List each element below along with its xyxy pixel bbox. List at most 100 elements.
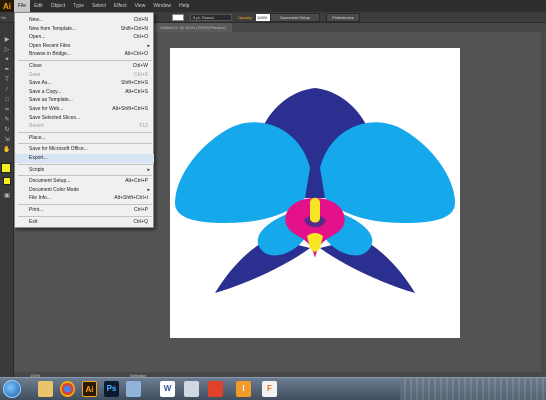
menu-item-label: Print... xyxy=(29,207,44,213)
vertical-scrollbar[interactable] xyxy=(541,32,546,372)
selection-tool-icon[interactable]: ▶ xyxy=(2,37,12,44)
menu-item-shortcut: Ctrl+Q xyxy=(133,218,148,225)
opacity-label[interactable]: Opacity: xyxy=(238,13,253,22)
menu-item[interactable]: Print... Ctrl+P xyxy=(15,206,154,215)
column-yellow xyxy=(310,197,320,223)
paint-net-icon[interactable] xyxy=(184,381,199,397)
column-base-yellow xyxy=(307,233,323,252)
menu-item[interactable]: Close Ctrl+W xyxy=(15,62,154,71)
menu-item-label: Save xyxy=(29,71,41,78)
direct-selection-tool-icon[interactable]: ▷ xyxy=(2,47,12,54)
menu-select[interactable]: Select xyxy=(88,0,110,12)
rotate-tool-icon[interactable]: ↻ xyxy=(2,127,12,134)
ink-app-icon[interactable]: I xyxy=(236,381,251,397)
menu-item-label: Export... xyxy=(29,155,48,161)
menu-item[interactable]: Save Selected Slices... xyxy=(15,114,154,123)
preferences-button[interactable]: Preferences xyxy=(326,13,360,22)
menu-item[interactable]: Save for Microsoft Office... xyxy=(15,145,154,154)
file-manager-icon[interactable]: F xyxy=(262,381,277,397)
line-tool-icon[interactable]: ∕ xyxy=(2,87,12,94)
document-setup-button[interactable]: Document Setup xyxy=(270,13,320,22)
scale-tool-icon[interactable]: ⇲ xyxy=(2,137,12,144)
menu-view[interactable]: View xyxy=(131,0,150,12)
menu-item-shortcut: Ctrl+N xyxy=(133,17,148,23)
pencil-tool-icon[interactable]: ✎ xyxy=(2,117,12,124)
menu-help[interactable]: Help xyxy=(175,0,193,12)
menu-item[interactable]: Exit Ctrl+Q xyxy=(15,218,154,227)
menu-item-label: New... xyxy=(29,17,43,23)
menu-separator xyxy=(18,60,152,61)
windows-taskbar: Ai Ps W I F xyxy=(0,377,546,400)
desktop-wallpaper xyxy=(400,378,546,400)
menu-item[interactable]: File Info... Alt+Shift+Ctrl+I xyxy=(15,194,154,203)
start-orb-icon[interactable] xyxy=(3,380,21,398)
menu-separator xyxy=(18,143,152,145)
menu-item[interactable]: Place... xyxy=(15,134,154,143)
menu-item-shortcut: Alt+Ctrl+O xyxy=(124,51,148,58)
menu-item-shortcut: F12 xyxy=(139,123,148,130)
menu-item-shortcut: Alt+Ctrl+S xyxy=(125,88,148,95)
pen-tool-icon[interactable]: ✒ xyxy=(2,67,12,74)
magic-wand-tool-icon[interactable]: ✦ xyxy=(2,57,12,64)
menu-item-shortcut: Alt+Ctrl+P xyxy=(125,178,148,185)
menu-item[interactable]: Export... xyxy=(15,154,154,163)
menu-item-label: File Info... xyxy=(29,195,51,202)
menu-item-label: Save a Copy... xyxy=(29,88,62,95)
menu-item-shortcut: Ctrl+W xyxy=(132,63,148,69)
orchid-illustration[interactable] xyxy=(170,48,460,338)
menu-item-label: Place... xyxy=(29,134,46,141)
menu-item-label: Save Selected Slices... xyxy=(29,114,81,121)
menu-effect[interactable]: Effect xyxy=(110,0,131,12)
submenu-arrow-icon: ▸ xyxy=(147,186,150,193)
menu-item[interactable]: Revert F12 xyxy=(15,122,154,131)
stroke-color-icon[interactable] xyxy=(3,177,11,185)
type-tool-icon[interactable]: T xyxy=(2,77,12,84)
menu-file[interactable]: File xyxy=(14,0,31,12)
menu-edit[interactable]: Edit xyxy=(30,0,47,12)
menu-item-label: Revert xyxy=(29,123,44,130)
menu-item[interactable]: Open... Ctrl+O xyxy=(15,33,154,42)
photoshop-icon[interactable]: Ps xyxy=(104,381,119,397)
menu-item-shortcut: Alt+Shift+Ctrl+I xyxy=(114,195,148,202)
menu-item-label: New from Template... xyxy=(29,25,77,32)
menu-item[interactable]: Save for Web... Alt+Shift+Ctrl+S xyxy=(15,105,154,114)
illustrator-icon[interactable]: Ai xyxy=(82,381,97,397)
menu-item[interactable]: Scripts ▸ xyxy=(15,166,154,175)
stroke-profile-select[interactable]: 5 pt. Round xyxy=(190,14,232,21)
menu-item[interactable]: Open Recent Files ▸ xyxy=(15,42,154,51)
menu-item[interactable]: Document Setup... Alt+Ctrl+P xyxy=(15,177,154,186)
screen-mode-icon[interactable]: ▣ xyxy=(2,193,12,200)
paint-icon[interactable] xyxy=(126,381,141,397)
fill-color-icon[interactable] xyxy=(1,163,11,173)
word-icon[interactable]: W xyxy=(160,381,175,397)
artboard[interactable] xyxy=(170,48,460,338)
document-tab[interactable]: Untitled-1* @ 100% (CMYK/Preview) xyxy=(154,23,232,32)
menu-item-label: Exit xyxy=(29,218,38,225)
menu-bar: Ai File Edit Object Type Select Effect V… xyxy=(0,0,546,12)
menu-item[interactable]: New... Ctrl+N xyxy=(15,16,154,25)
menu-item[interactable]: Save Ctrl+S xyxy=(15,71,154,80)
menu-item-label: Open Recent Files xyxy=(29,42,71,49)
filezilla-icon[interactable] xyxy=(208,381,223,397)
menu-object[interactable]: Object xyxy=(47,0,69,12)
menu-item[interactable]: Document Color Mode ▸ xyxy=(15,186,154,195)
menu-type[interactable]: Type xyxy=(69,0,88,12)
menu-item[interactable]: Browse in Bridge... Alt+Ctrl+O xyxy=(15,50,154,59)
chrome-icon[interactable] xyxy=(60,381,75,397)
file-explorer-icon[interactable] xyxy=(38,381,53,397)
menu-item[interactable]: New from Template... Shift+Ctrl+N xyxy=(15,25,154,34)
menu-item-label: Save for Microsoft Office... xyxy=(29,146,88,153)
menu-item[interactable]: Save as Template... xyxy=(15,96,154,105)
menu-item-label: Close xyxy=(29,63,42,69)
menu-item-label: Scripts xyxy=(29,166,45,173)
brush-tool-icon[interactable]: ≂ xyxy=(2,107,12,114)
rectangle-tool-icon[interactable]: □ xyxy=(2,97,12,104)
submenu-arrow-icon: ▸ xyxy=(147,42,150,49)
menu-item[interactable]: Save As... Shift+Ctrl+S xyxy=(15,79,154,88)
hand-tool-icon[interactable]: ✋ xyxy=(2,147,12,154)
menu-window[interactable]: Window xyxy=(149,0,175,12)
fill-swatch[interactable] xyxy=(172,14,184,21)
menu-item[interactable]: Save a Copy... Alt+Ctrl+S xyxy=(15,88,154,97)
menu-item-label: Save As... xyxy=(29,80,52,87)
menu-item-label: Document Color Mode xyxy=(29,186,80,193)
